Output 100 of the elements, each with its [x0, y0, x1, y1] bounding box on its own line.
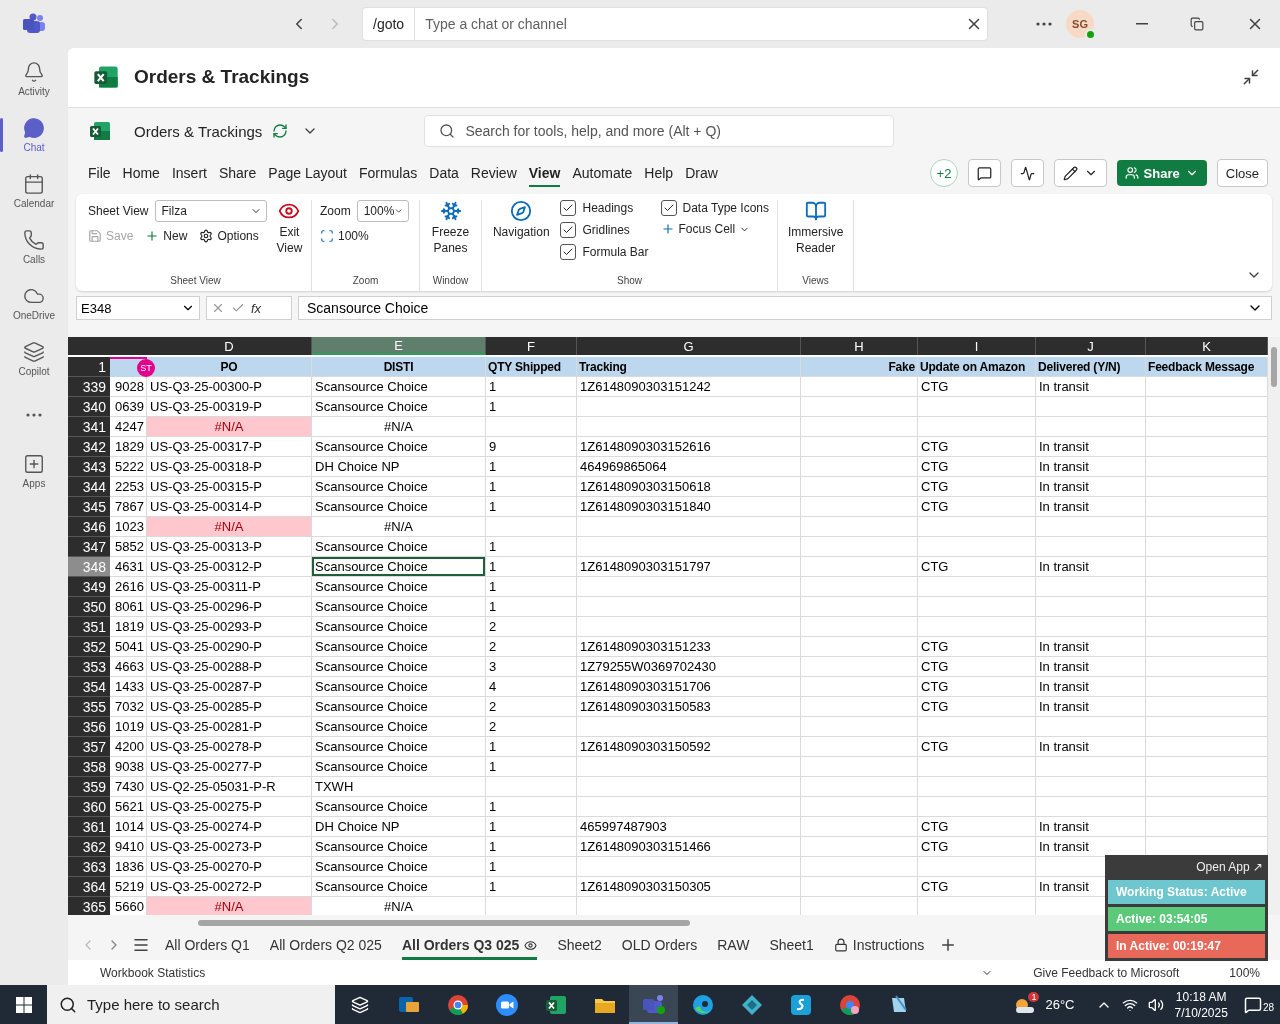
- focus-cell-button[interactable]: Focus Cell: [660, 222, 769, 237]
- rail-item[interactable]: Activity: [2, 54, 66, 104]
- select-all-corner[interactable]: [68, 337, 110, 356]
- row-header[interactable]: 361: [68, 817, 110, 838]
- row-header[interactable]: 343: [68, 457, 110, 478]
- sheet-tab[interactable]: Instructions: [824, 932, 934, 959]
- row-header[interactable]: 356: [68, 717, 110, 738]
- menu-tab[interactable]: Help: [644, 159, 685, 188]
- zoom-dropdown[interactable]: 100%: [356, 200, 409, 223]
- scrollbar[interactable]: [1268, 337, 1280, 916]
- rail-item[interactable]: Calendar: [2, 166, 66, 216]
- row-header[interactable]: 346: [68, 517, 110, 538]
- row-header[interactable]: 339: [68, 377, 110, 398]
- checkbox[interactable]: Headings: [560, 200, 649, 217]
- sheet-tab[interactable]: RAW: [708, 932, 759, 959]
- new-button[interactable]: New: [145, 229, 188, 244]
- sheet-tab[interactable]: All Orders Q3 025: [392, 932, 547, 959]
- menu-tab[interactable]: Page Layout: [268, 159, 358, 188]
- column-header[interactable]: K: [1146, 337, 1268, 356]
- row-header[interactable]: 362: [68, 837, 110, 858]
- workbook-name[interactable]: Orders & Trackings: [134, 123, 263, 140]
- row-header[interactable]: 358: [68, 757, 110, 778]
- taskbar-search-field[interactable]: Type here to search: [47, 985, 335, 1024]
- row-header[interactable]: 1: [68, 357, 110, 378]
- column-header[interactable]: G: [577, 337, 801, 356]
- column-header[interactable]: D: [147, 337, 312, 356]
- name-box[interactable]: E348: [76, 295, 200, 321]
- immersive-reader-button[interactable]: Immersive Reader: [786, 200, 846, 275]
- rail-item[interactable]: Chat: [2, 110, 66, 160]
- row-header[interactable]: 349: [68, 577, 110, 598]
- notification-center-button[interactable]: 28: [1243, 995, 1274, 1014]
- rail-item[interactable]: OneDrive: [2, 278, 66, 328]
- row-header[interactable]: 353: [68, 657, 110, 678]
- menu-tab[interactable]: View: [528, 159, 572, 188]
- row-header[interactable]: 345: [68, 497, 110, 518]
- row-header[interactable]: 352: [68, 637, 110, 658]
- close-button[interactable]: Close: [1216, 159, 1268, 188]
- activity-button[interactable]: [1010, 159, 1044, 188]
- collaborators-button[interactable]: +2: [929, 159, 958, 188]
- navigation-button[interactable]: Navigation: [490, 200, 553, 275]
- column-header[interactable]: J: [1036, 337, 1146, 356]
- row-header[interactable]: 341: [68, 417, 110, 438]
- row-header[interactable]: 344: [68, 477, 110, 498]
- column-header[interactable]: I: [918, 337, 1036, 356]
- user-avatar[interactable]: SG: [1066, 10, 1094, 38]
- editing-button[interactable]: [1053, 159, 1107, 188]
- row-header[interactable]: 342: [68, 437, 110, 458]
- feedback-link[interactable]: Give Feedback to Microsoft: [1033, 965, 1180, 980]
- menu-tab[interactable]: Insert: [171, 159, 218, 188]
- comments-button[interactable]: [967, 159, 1001, 188]
- rail-item[interactable]: Copilot: [2, 334, 66, 384]
- row-header[interactable]: 340: [68, 397, 110, 418]
- search-field[interactable]: Search for tools, help, and more (Alt + Q): [463, 122, 894, 141]
- search-bar[interactable]: Search for tools, help, and more (Alt + Q): [424, 115, 895, 148]
- row-header[interactable]: 359: [68, 777, 110, 798]
- sheet-tab[interactable]: All Orders Q2 025: [260, 932, 391, 959]
- insert-function-button[interactable]: fx: [251, 300, 262, 316]
- checkbox[interactable]: Data Type Icons: [660, 200, 769, 217]
- menu-tab[interactable]: Automate: [572, 159, 644, 188]
- row-header[interactable]: 364: [68, 877, 110, 898]
- row-header[interactable]: 365: [68, 897, 110, 918]
- menu-tab[interactable]: File: [88, 159, 122, 188]
- menu-tab[interactable]: Data: [429, 159, 470, 188]
- search-field[interactable]: Type a chat or channel: [415, 16, 961, 32]
- sheet-tab[interactable]: Sheet1: [760, 932, 823, 959]
- sheet-view-dropdown[interactable]: Filza: [154, 200, 267, 223]
- menu-tab[interactable]: Formulas: [358, 159, 429, 188]
- table-cell: 1: [486, 537, 577, 558]
- exit-view-button[interactable]: Exit View: [274, 200, 305, 275]
- teams-app-icon[interactable]: [629, 985, 678, 1024]
- zoom-reset-button[interactable]: 100%: [320, 229, 369, 244]
- status-text[interactable]: Workbook Statistics: [100, 965, 206, 980]
- sheet-tab[interactable]: OLD Orders: [612, 932, 707, 959]
- checkbox[interactable]: Formula Bar: [560, 244, 649, 261]
- options-button[interactable]: Options: [199, 229, 259, 244]
- search-bar[interactable]: /goto Type a chat or channel: [362, 7, 988, 41]
- row-header[interactable]: 351: [68, 617, 110, 638]
- row-header[interactable]: 350: [68, 597, 110, 618]
- rail-item[interactable]: Apps: [2, 446, 66, 496]
- column-header[interactable]: E: [312, 337, 486, 356]
- checkbox[interactable]: Gridlines: [560, 222, 649, 239]
- freeze-panes-button[interactable]: Freeze Panes: [428, 200, 473, 275]
- row-header[interactable]: 363: [68, 857, 110, 878]
- row-header[interactable]: 360: [68, 797, 110, 818]
- menu-tab[interactable]: Review: [470, 159, 528, 188]
- menu-tab[interactable]: Home: [122, 159, 171, 188]
- row-header[interactable]: 347: [68, 537, 110, 558]
- row-header[interactable]: 355: [68, 697, 110, 718]
- open-app-link[interactable]: Open App ↗: [1194, 857, 1265, 877]
- row-header[interactable]: 357: [68, 737, 110, 758]
- share-button[interactable]: Share: [1116, 160, 1207, 187]
- rail-item[interactable]: Calls: [2, 222, 66, 272]
- sheet-tab[interactable]: Sheet2: [548, 932, 611, 959]
- column-header[interactable]: F: [486, 337, 577, 356]
- menu-tab[interactable]: Share: [218, 159, 268, 188]
- row-header[interactable]: 354: [68, 677, 110, 698]
- formula-field[interactable]: Scansource Choice: [298, 295, 1272, 321]
- column-header[interactable]: H: [801, 337, 918, 356]
- sheet-tab[interactable]: All Orders Q1: [156, 932, 259, 959]
- menu-tab[interactable]: Draw: [685, 159, 729, 188]
